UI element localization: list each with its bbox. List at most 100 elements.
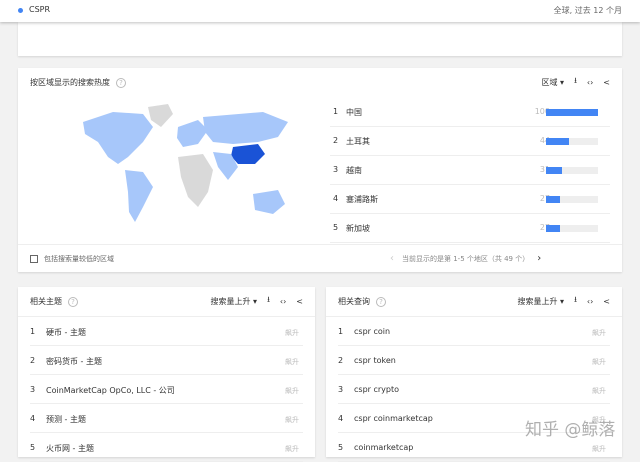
download-icon[interactable]: ⭳ [574,75,577,89]
queries-toolbar: 搜索量上升 ▾ ⭳ ‹› < [518,294,610,308]
queries-sort-dropdown[interactable]: 搜索量上升 ▾ [518,296,565,307]
rank: 4 [338,414,344,423]
map-greenland[interactable] [148,104,173,127]
query-label[interactable]: cspr coin [354,327,390,336]
map-north-america[interactable] [83,112,153,164]
share-icon[interactable]: < [603,78,610,87]
value-bar [546,225,598,232]
value-bar [546,167,598,174]
term-color-dot [18,8,23,13]
query-label[interactable]: cspr crypto [354,385,399,394]
region-row[interactable]: 2 土耳其 44 [330,127,610,156]
query-row[interactable]: 3 cspr crypto 飙升 [338,375,610,404]
region-card: 按区域显示的搜索热度? 区域 ▾ ⭳ ‹› < 1 中国 100 2 土耳其 44 3越… [18,68,622,272]
region-name: 新加坡 [346,224,370,233]
rank: 1 [333,107,339,116]
topic-row[interactable]: 5 火币网 - 主题 飙升 [30,433,303,462]
topics-title: 相关主题? [30,296,78,307]
region-type-dropdown[interactable]: 区域 ▾ [542,77,565,88]
rank: 5 [338,443,344,452]
watermark: 知乎 @鲸落 [525,420,616,440]
region-name: 土耳其 [346,137,370,146]
topic-label[interactable]: 火币网 - 主题 [46,443,94,454]
region-row[interactable]: 5 新加坡 27 [330,214,610,243]
embed-icon[interactable]: ‹› [280,297,286,306]
rank: 2 [338,356,344,365]
map-australia[interactable] [253,190,285,214]
value-bar [546,196,598,203]
topic-value: 飙升 [285,358,299,366]
empty-card [18,22,622,56]
topic-row[interactable]: 4 预测 - 主题 飙升 [30,404,303,433]
map-south-america[interactable] [125,170,153,222]
query-row[interactable]: 1 cspr coin 飙升 [338,317,610,346]
pagination-text: 当前显示的是第 1-5 个地区（共 49 个） [402,254,530,263]
queries-title: 相关查询? [338,296,386,307]
region-name: 中国 [346,108,362,117]
top-bar: CSPR 全球, 过去 12 个月 [0,0,640,22]
prev-page-button[interactable]: ‹ [390,253,394,264]
low-volume-checkbox[interactable] [30,255,38,263]
region-title-text: 按区域显示的搜索热度 [30,78,110,87]
rank: 4 [333,194,339,203]
topic-label[interactable]: CoinMarketCap OpCo, LLC - 公司 [46,385,175,396]
query-value: 飙升 [592,329,606,337]
topic-value: 飙升 [285,445,299,453]
download-icon[interactable]: ⭳ [267,294,270,308]
topics-toolbar: 搜索量上升 ▾ ⭳ ‹› < [211,294,303,308]
rank: 5 [333,223,339,232]
help-icon[interactable]: ? [116,77,126,88]
low-volume-checkbox-row[interactable]: 包括搜索量较低的区域 [30,254,114,264]
map-russia-asia[interactable] [203,112,288,144]
scope-label[interactable]: 全球, 过去 12 个月 [554,5,622,16]
help-icon[interactable]: ? [376,296,386,307]
rank: 3 [333,165,339,174]
map-china[interactable] [231,144,265,164]
share-icon[interactable]: < [296,297,303,306]
topic-label[interactable]: 预测 - 主题 [46,414,86,425]
embed-icon[interactable]: ‹› [587,78,593,87]
rank: 2 [30,356,36,365]
region-toolbar: 区域 ▾ ⭳ ‹› < [542,75,610,89]
query-value: 飙升 [592,358,606,366]
region-title: 按区域显示的搜索热度? [30,77,126,88]
topic-row[interactable]: 2 密码货币 - 主题 飙升 [30,346,303,375]
query-label[interactable]: cspr coinmarketcap [354,414,433,423]
checkbox-label: 包括搜索量较低的区域 [44,255,114,263]
next-page-button[interactable]: › [537,253,541,264]
region-row[interactable]: 1 中国 100 [330,98,610,127]
topic-value: 飙升 [285,329,299,337]
region-row[interactable]: 3 越南 31 [330,156,610,185]
topic-row[interactable]: 1 硬币 - 主题 飙升 [30,317,303,346]
value-bar-fill [546,196,561,203]
rank: 5 [30,443,36,452]
download-icon[interactable]: ⭳ [574,294,577,308]
region-row[interactable]: 4 塞浦路斯 27 [330,185,610,214]
topic-value: 飙升 [285,387,299,395]
map-europe[interactable] [177,120,208,147]
rank: 1 [30,327,36,336]
rank: 1 [338,327,344,336]
embed-icon[interactable]: ‹› [587,297,593,306]
topic-label[interactable]: 硬币 - 主题 [46,327,86,338]
topic-value: 飙升 [285,416,299,424]
value-bar [546,109,598,116]
topic-row[interactable]: 3 CoinMarketCap OpCo, LLC - 公司 飙升 [30,375,303,404]
rank: 3 [338,385,344,394]
value-bar [546,138,598,145]
topics-title-text: 相关主题 [30,297,62,306]
value-bar-fill [546,109,598,116]
query-label[interactable]: cspr token [354,356,396,365]
map-africa[interactable] [178,154,213,207]
topics-sort-dropdown[interactable]: 搜索量上升 ▾ [211,296,258,307]
query-label[interactable]: coinmarketcap [354,443,413,452]
help-icon[interactable]: ? [68,296,78,307]
search-term[interactable]: CSPR [29,5,50,14]
query-value: 飙升 [592,445,606,453]
query-value: 飙升 [592,387,606,395]
topic-label[interactable]: 密码货币 - 主题 [46,356,102,367]
share-icon[interactable]: < [603,297,610,306]
region-name: 塞浦路斯 [346,195,378,204]
world-map[interactable] [73,102,298,232]
query-row[interactable]: 2 cspr token 飙升 [338,346,610,375]
